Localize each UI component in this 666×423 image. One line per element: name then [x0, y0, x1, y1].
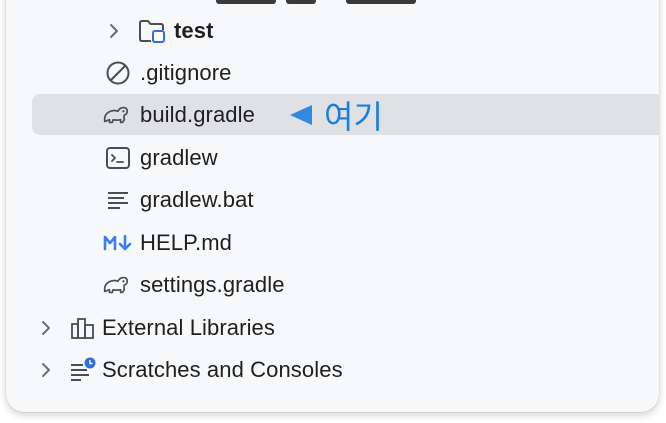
tree-item-label: test [174, 18, 214, 43]
cut-off-row [176, 0, 436, 6]
tree-item-label: .gitignore [140, 60, 232, 85]
annotation-text: 여기 [324, 99, 383, 135]
tree-item-scratches-consoles[interactable]: Scratches and Consoles [6, 349, 659, 391]
tree-item-label: Scratches and Consoles [102, 357, 343, 382]
tree-item-label: HELP.md [140, 230, 233, 255]
chevron-right-icon[interactable] [102, 19, 126, 43]
libraries-icon [69, 314, 97, 342]
chevron-right-icon[interactable] [34, 358, 58, 382]
annotation-callout: 여기 [290, 94, 383, 136]
markdown-icon [102, 229, 136, 257]
tree-item-gradlew[interactable]: gradlew [6, 137, 659, 179]
tree-item-gitignore[interactable]: .gitignore [6, 52, 659, 94]
tree-item-gradlew-bat[interactable]: gradlew.bat [6, 179, 659, 221]
project-tree-panel: test .gitignore build.gradle 여기 gradlew [6, 0, 659, 412]
text-lines-icon [104, 186, 132, 214]
tree-item-external-libraries[interactable]: External Libraries [6, 307, 659, 349]
scratches-icon [69, 356, 97, 384]
tree-item-settings-gradle[interactable]: settings.gradle [6, 264, 659, 306]
tree-item-label: settings.gradle [140, 272, 285, 297]
tree-item-test[interactable]: test [6, 10, 659, 52]
arrow-left-icon [290, 105, 312, 125]
gradle-elephant-icon [102, 271, 130, 299]
tree-item-label: gradlew.bat [140, 187, 254, 212]
tree-item-label: gradlew [140, 145, 218, 170]
tree-item-label: External Libraries [102, 315, 275, 340]
terminal-script-icon [104, 144, 132, 172]
tree-item-help-md[interactable]: HELP.md [6, 222, 659, 264]
chevron-right-icon[interactable] [34, 316, 58, 340]
ignored-file-icon [104, 59, 132, 87]
tree-item-label: build.gradle [140, 102, 255, 127]
gradle-elephant-icon [102, 101, 130, 129]
test-folder-icon [138, 17, 166, 45]
